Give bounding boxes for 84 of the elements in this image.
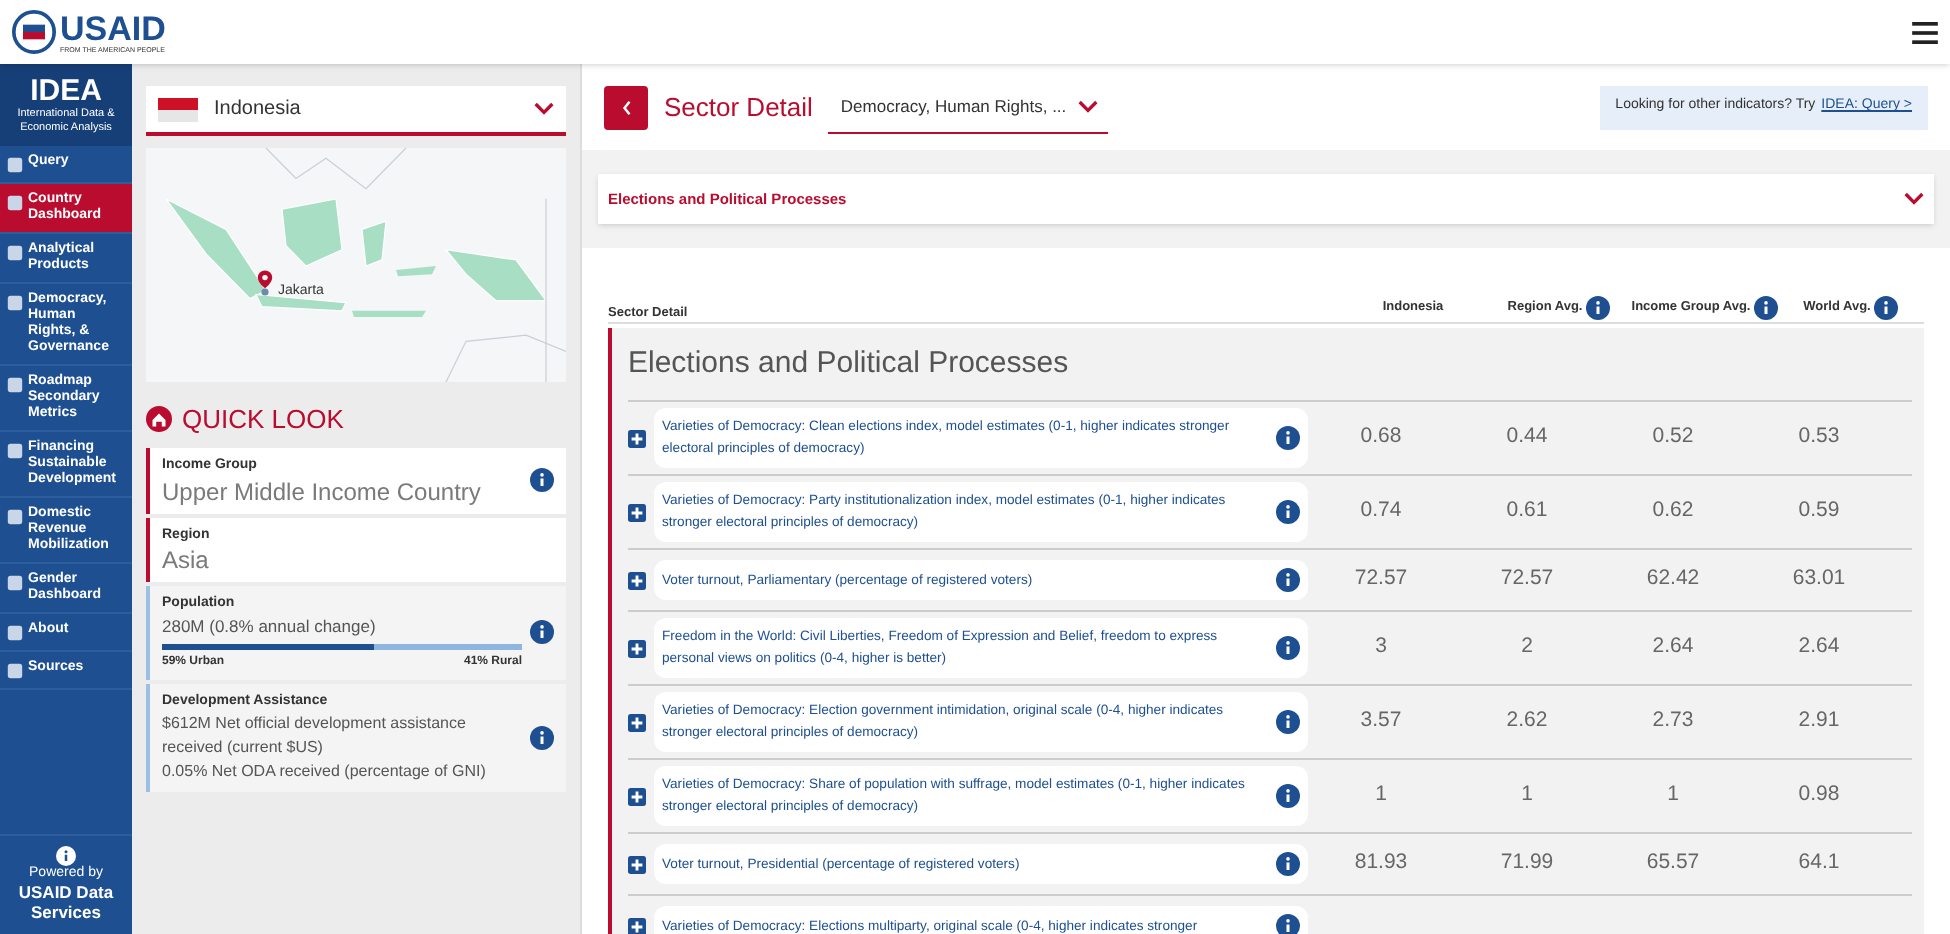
nav-icon [6,662,24,680]
value-cell-text: 72.57 [1500,564,1554,595]
logo-text: USAID [60,11,166,45]
map-pin-icon [256,270,274,296]
expand-icon[interactable] [628,503,646,521]
value-cell-text: 63.01 [1792,564,1846,595]
info-icon[interactable] [530,468,554,493]
menu-icon[interactable] [1912,21,1938,43]
info-icon[interactable] [530,620,554,645]
expand-icon[interactable] [628,639,646,657]
sector-select[interactable]: Democracy, Human Rights, ... [828,81,1109,133]
value-cell-text: 62.42 [1646,564,1700,595]
expand-icon[interactable] [628,917,646,934]
nav-icon [6,244,24,262]
value-cell-text: 2 [1521,632,1533,663]
expand-icon[interactable] [628,713,646,731]
info-icon[interactable] [1874,295,1899,319]
info-icon[interactable] [1276,426,1300,450]
nav-icon [6,508,24,526]
info-icon[interactable] [1276,784,1300,808]
value-cell-text: 0.98 [1798,780,1840,811]
value-cell-text: 0.52 [1652,422,1694,453]
nav-icon [6,574,24,592]
value-cell-text: 71.99 [1500,848,1554,879]
card-value: 280M (0.8% annual change) [162,615,378,637]
value-cell-text: 0.59 [1798,496,1840,527]
value-cell-text: 1 [1375,780,1387,811]
nav-icon [6,376,24,394]
home-icon [146,406,172,432]
chevron-left-icon [621,99,631,115]
app-title: IDEA [30,74,102,108]
expand-icon[interactable] [628,429,646,447]
value-cell-text: 0.74 [1360,496,1402,527]
chevron-down-icon [1078,99,1099,113]
value-cell-text: 2.64 [1798,632,1840,663]
value-cell-text: 72.57 [1354,564,1408,595]
chevron-down-icon [1904,192,1924,206]
info-icon[interactable] [1276,636,1300,660]
powered-by-name: USAID Data Services [16,882,116,922]
card-value: Asia [162,546,211,574]
card-value: 0.05% Net ODA received (percentage of GNI) [162,760,488,784]
info-icon[interactable] [530,725,554,750]
back-button[interactable] [604,85,648,129]
seal-icon [12,10,56,54]
expand-icon[interactable] [628,571,646,589]
section-title: QUICK LOOK [182,404,344,434]
value-cell-text: 1 [1667,780,1679,811]
value-cell-text: 0.62 [1652,496,1694,527]
value-cell-text: 0.53 [1798,422,1840,453]
info-icon[interactable] [1276,852,1300,876]
value-cell-text: 3 [1375,632,1387,663]
info-icon[interactable] [1276,914,1300,934]
expand-icon[interactable] [628,787,646,805]
country-select[interactable]: Indonesia [146,86,566,136]
group-title: Elections and Political Processes [628,346,1069,380]
info-icon[interactable] [1276,500,1300,524]
value-cell-text: 1 [1521,780,1533,811]
expand-icon[interactable] [628,855,646,873]
nav-icon [6,442,24,460]
value-cell-text: 2.62 [1506,706,1548,737]
value-cell-text: 2.91 [1798,706,1840,737]
value-cell-text: 2.64 [1652,632,1694,663]
info-icon[interactable] [1276,568,1300,592]
value-cell-text: 2.73 [1652,706,1694,737]
value-cell-text: 65.57 [1646,848,1700,879]
value-cell-text: 0.44 [1506,422,1548,453]
nav-icon [6,294,24,312]
card-value: Upper Middle Income Country [162,477,483,505]
nav-icon [6,156,24,174]
value-cell-text: 0.61 [1506,496,1548,527]
info-icon [56,846,76,866]
flag-icon [158,97,198,121]
info-icon[interactable] [1754,295,1779,319]
value-cell-text: 3.57 [1360,706,1402,737]
chevron-down-icon [534,102,554,116]
nav-icon [6,194,24,212]
info-icon[interactable] [1586,295,1611,319]
value-cell-text: 81.93 [1354,848,1408,879]
value-cell-text: 64.1 [1798,848,1840,879]
nav-icon [6,624,24,642]
page-title: Sector Detail [664,89,813,126]
card-value: $612M Net official development assistance received (current $US) [162,712,468,760]
value-cell-text: 0.68 [1360,422,1402,453]
info-icon[interactable] [1276,710,1300,734]
